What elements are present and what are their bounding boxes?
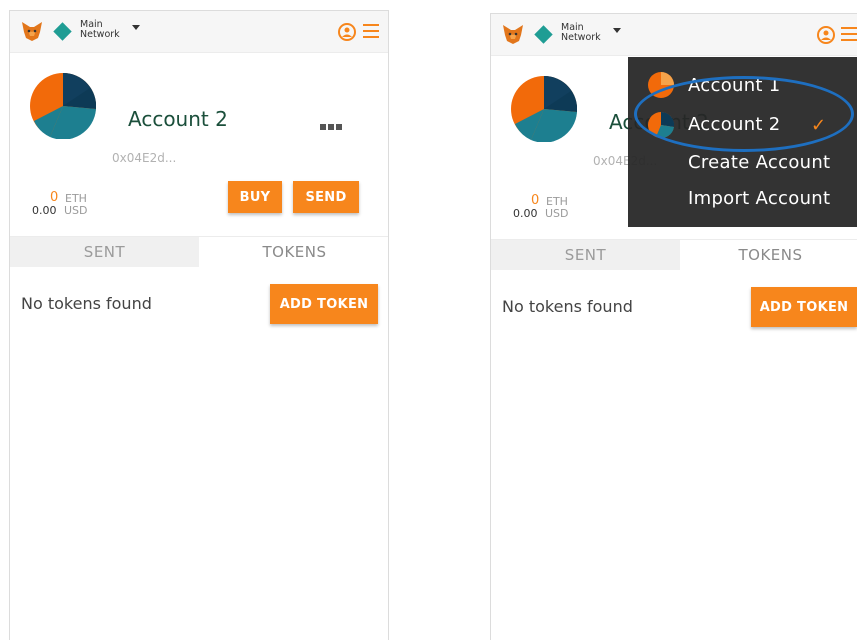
highlight-annotation-ellipse [634,76,854,152]
buy-button[interactable]: BUY [228,181,282,213]
add-token-button[interactable]: ADD TOKEN [270,284,378,324]
network-indicator-icon[interactable] [534,25,553,44]
account-name[interactable]: Account 2 [128,107,228,131]
network-selector[interactable]: Main Network [80,20,130,40]
tab-sent[interactable]: SENT [491,240,680,270]
chevron-down-icon[interactable] [613,28,621,33]
tab-bar: SENT TOKENS [10,236,388,267]
network-label-line2: Network [561,32,601,43]
tab-sent[interactable]: SENT [10,237,199,267]
hamburger-menu-icon[interactable] [841,27,857,41]
chevron-down-icon[interactable] [132,25,140,30]
no-tokens-message: No tokens found [502,297,633,316]
usd-unit: USD [545,207,569,220]
account-switch-icon[interactable] [337,22,357,42]
top-bar: Main Network [491,14,857,56]
tab-bar: SENT TOKENS [491,239,857,270]
wallet-panel-right: Main Network Account 2 0x04E2d... 0 ETH … [490,13,857,640]
usd-balance: 0.00 [32,204,57,217]
dropdown-item-import-account[interactable]: Import Account [688,188,830,209]
no-tokens-message: No tokens found [21,294,152,313]
wallet-panel-left: Main Network Account 2 0x04E2d... 0 ETH … [9,10,389,640]
eth-balance: 0 [531,193,540,208]
send-button[interactable]: SEND [293,181,359,213]
network-selector[interactable]: Main Network [561,23,611,43]
network-indicator-icon[interactable] [53,22,72,41]
account-address[interactable]: 0x04E2d... [112,151,176,165]
tab-tokens[interactable]: TOKENS [199,237,388,267]
account-identicon [30,73,96,139]
usd-unit: USD [64,204,88,217]
dropdown-item-create-account[interactable]: Create Account [688,152,830,173]
more-options-icon[interactable] [320,115,346,130]
account-identicon [511,76,577,142]
network-label-line2: Network [80,29,120,40]
metamask-fox-icon[interactable] [501,23,525,45]
add-token-button[interactable]: ADD TOKEN [751,287,857,327]
usd-balance: 0.00 [513,207,538,220]
metamask-fox-icon[interactable] [20,20,44,42]
account-switch-icon[interactable] [816,25,836,45]
tab-tokens[interactable]: TOKENS [680,240,857,270]
top-bar: Main Network [10,11,388,53]
eth-balance: 0 [50,190,59,205]
hamburger-menu-icon[interactable] [363,24,379,38]
